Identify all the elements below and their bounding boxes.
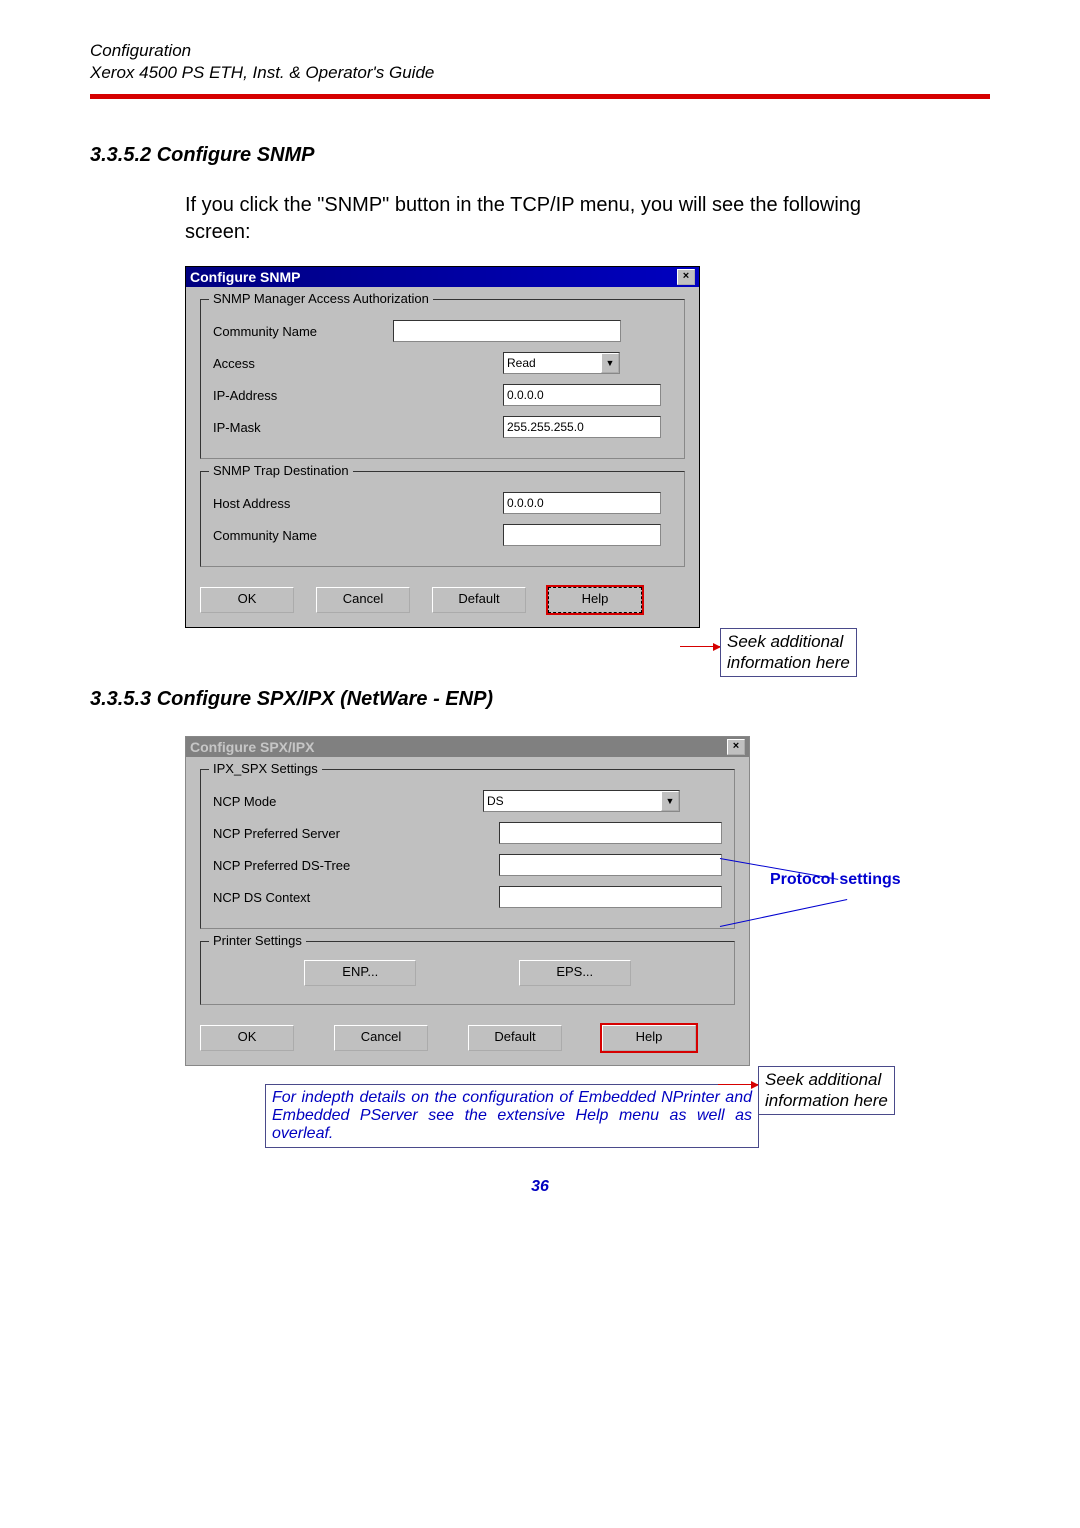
eps-button[interactable]: EPS... — [519, 960, 631, 986]
groupbox-title: SNMP Manager Access Authorization — [209, 291, 433, 306]
callout-arrow — [680, 646, 720, 647]
access-dropdown[interactable]: Read ▼ — [503, 352, 620, 374]
section-heading-spx: 3.3.5.3 Configure SPX/IPX (NetWare - ENP… — [90, 688, 990, 711]
configure-snmp-dialog: Configure SNMP × SNMP Manager Access Aut… — [185, 266, 700, 628]
header-divider — [90, 94, 990, 99]
callout-arrow — [718, 1084, 758, 1085]
label-community: Community Name — [213, 324, 393, 339]
default-button[interactable]: Default — [468, 1025, 562, 1051]
label-community2: Community Name — [213, 528, 393, 543]
running-header-line2: Xerox 4500 PS ETH, Inst. & Operator's Gu… — [90, 62, 990, 84]
ok-button[interactable]: OK — [200, 587, 294, 613]
help-button[interactable]: Help — [602, 1025, 696, 1051]
callout-help: Seek additional information here — [720, 628, 857, 677]
protocol-settings-label: Protocol settings — [770, 871, 901, 889]
help-button[interactable]: Help — [548, 587, 642, 613]
cancel-button[interactable]: Cancel — [316, 587, 410, 613]
enp-button[interactable]: ENP... — [304, 960, 416, 986]
ncp-pref-tree-field[interactable] — [499, 854, 722, 876]
label-ncp-mode: NCP Mode — [213, 794, 483, 809]
ncp-mode-dropdown[interactable]: DS ▼ — [483, 790, 680, 812]
ip-address-field[interactable] — [503, 384, 661, 406]
callout-line2: information here — [765, 1091, 888, 1110]
groupbox-printer-settings: Printer Settings ENP... EPS... — [200, 941, 735, 1005]
page-number: 36 — [90, 1178, 990, 1196]
intro-text-snmp: If you click the "SNMP" button in the TC… — [185, 192, 870, 246]
label-ip: IP-Address — [213, 388, 393, 403]
chevron-down-icon: ▼ — [601, 353, 619, 373]
groupbox-manager-access: SNMP Manager Access Authorization Commun… — [200, 299, 685, 459]
access-value: Read — [504, 356, 601, 370]
ok-button[interactable]: OK — [200, 1025, 294, 1051]
dialog-title: Configure SPX/IPX — [190, 739, 314, 755]
ncp-pref-server-field[interactable] — [499, 822, 722, 844]
close-icon[interactable]: × — [727, 739, 745, 755]
chevron-down-icon: ▼ — [661, 791, 679, 811]
label-pref-tree: NCP Preferred DS-Tree — [213, 858, 499, 873]
configure-spx-dialog: Configure SPX/IPX × IPX_SPX Settings NCP… — [185, 736, 750, 1066]
default-button[interactable]: Default — [432, 587, 526, 613]
running-header-line1: Configuration — [90, 40, 990, 62]
titlebar-inactive: Configure SPX/IPX × — [186, 737, 749, 757]
community-name-field[interactable] — [393, 320, 621, 342]
ncp-mode-value: DS — [484, 794, 661, 808]
dialog-title: Configure SNMP — [190, 269, 300, 285]
host-address-field[interactable] — [503, 492, 661, 514]
label-pref-server: NCP Preferred Server — [213, 826, 499, 841]
groupbox-title: SNMP Trap Destination — [209, 463, 353, 478]
cancel-button[interactable]: Cancel — [334, 1025, 428, 1051]
community-name-field-2[interactable] — [503, 524, 661, 546]
ncp-ds-context-field[interactable] — [499, 886, 722, 908]
label-mask: IP-Mask — [213, 420, 393, 435]
groupbox-title: IPX_SPX Settings — [209, 761, 322, 776]
callout-line1: Seek additional — [765, 1070, 881, 1089]
label-host: Host Address — [213, 496, 393, 511]
label-access: Access — [213, 356, 503, 371]
footnote-box: For indepth details on the configuration… — [265, 1084, 759, 1148]
groupbox-ipx-settings: IPX_SPX Settings NCP Mode DS ▼ NCP Prefe… — [200, 769, 735, 929]
footnote-text: For indepth details on the configuration… — [272, 1089, 752, 1143]
section-heading-snmp: 3.3.5.2 Configure SNMP — [90, 144, 990, 167]
callout-line2: information here — [727, 653, 850, 672]
label-ds-context: NCP DS Context — [213, 890, 499, 905]
groupbox-trap-dest: SNMP Trap Destination Host Address Commu… — [200, 471, 685, 567]
callout-line1: Seek additional — [727, 632, 843, 651]
groupbox-title: Printer Settings — [209, 933, 306, 948]
close-icon[interactable]: × — [677, 269, 695, 285]
ip-mask-field[interactable] — [503, 416, 661, 438]
callout-help-2: Seek additional information here — [758, 1066, 895, 1115]
titlebar: Configure SNMP × — [186, 267, 699, 287]
